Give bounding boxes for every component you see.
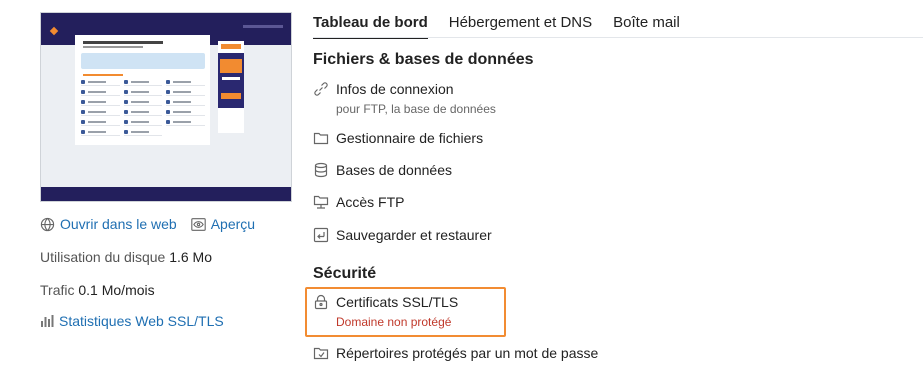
disk-usage-value: 1.6 Mo [169, 249, 212, 265]
section-title-security: Sécurité [313, 265, 377, 282]
ftp-icon [313, 195, 329, 209]
ssl-status-warning: Domaine non protégé [336, 315, 452, 329]
traffic-value: 0.1 Mo/mois [78, 282, 155, 298]
file-manager-item[interactable]: Gestionnaire de fichiers [313, 129, 483, 147]
site-preview-thumbnail[interactable] [40, 12, 292, 202]
disk-usage-label: Utilisation du disque [40, 249, 166, 265]
open-in-web-link[interactable]: Ouvrir dans le web [40, 216, 177, 232]
tab-bar: Tableau de bord Hébergement et DNS Boîte… [313, 14, 701, 39]
file-manager-label: Gestionnaire de fichiers [336, 130, 484, 146]
backup-restore-label: Sauvegarder et restaurer [336, 227, 492, 243]
globe-icon [40, 217, 55, 231]
preview-link[interactable]: Aperçu [190, 216, 256, 232]
tab-dashboard[interactable]: Tableau de bord [313, 14, 428, 39]
ssl-certificates-label: Certificats SSL/TLS [336, 294, 459, 310]
section-title-files: Fichiers & bases de données [313, 51, 534, 68]
connection-info-label: Infos de connexion [336, 81, 454, 97]
eye-icon [190, 217, 206, 231]
thumbnail-logo [49, 26, 59, 36]
databases-item[interactable]: Bases de données [313, 161, 452, 179]
site-links: Ouvrir dans le web Aperçu [40, 216, 255, 232]
connection-icon [314, 82, 328, 96]
tab-hosting-dns[interactable]: Hébergement et DNS [449, 14, 592, 39]
protected-folder-icon [313, 347, 329, 360]
database-icon [314, 162, 328, 178]
ssl-web-statistics-label: Statistiques Web SSL/TLS [59, 313, 224, 329]
protected-directories-item[interactable]: Répertoires protégés par un mot de passe [313, 344, 598, 362]
ssl-lock-icon [314, 294, 328, 310]
backup-restore-item[interactable]: Sauvegarder et restaurer [313, 226, 492, 244]
open-in-web-label: Ouvrir dans le web [60, 216, 177, 232]
traffic-label: Trafic [40, 282, 75, 298]
bar-chart-icon [41, 315, 54, 327]
ftp-access-label: Accès FTP [336, 194, 405, 210]
protected-directories-label: Répertoires protégés par un mot de passe [336, 345, 599, 361]
thumbnail-ad-banner [218, 41, 244, 133]
tab-mailbox[interactable]: Boîte mail [613, 14, 680, 39]
connection-info-desc: pour FTP, la base de données [336, 102, 496, 116]
connection-info-item[interactable]: Infos de connexion pour FTP, la base de … [313, 80, 496, 116]
thumbnail-footer [41, 187, 291, 201]
preview-label: Aperçu [210, 216, 256, 232]
databases-label: Bases de données [336, 162, 452, 178]
disk-usage: Utilisation du disque 1.6 Mo [40, 249, 212, 265]
ftp-access-item[interactable]: Accès FTP [313, 193, 404, 211]
traffic: Trafic 0.1 Mo/mois [40, 282, 155, 298]
backup-icon [313, 227, 329, 243]
ssl-web-statistics-link[interactable]: Statistiques Web SSL/TLS [40, 313, 224, 329]
folder-icon [313, 132, 329, 145]
tab-divider [313, 37, 923, 38]
ssl-certificates-item[interactable]: Certificats SSL/TLS Domaine non protégé [313, 293, 458, 329]
thumbnail-content [75, 35, 210, 145]
